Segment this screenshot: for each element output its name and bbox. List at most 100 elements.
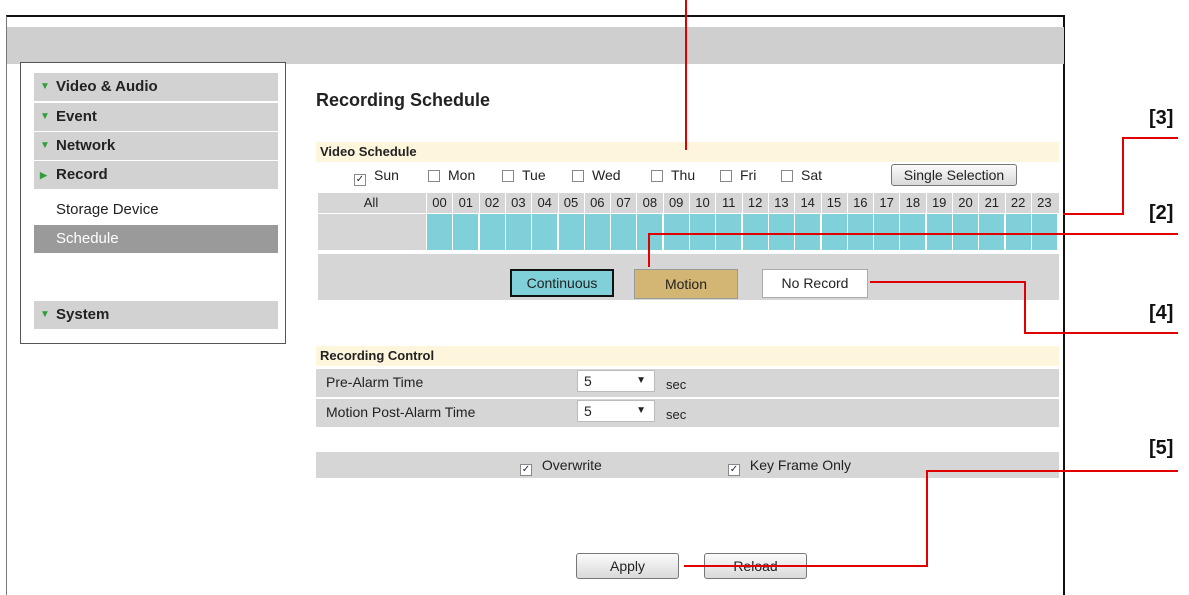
page-title: Recording Schedule	[316, 90, 491, 110]
key-frame-option[interactable]: ✓ Key Frame Only	[728, 457, 851, 476]
hour-header-cell[interactable]: 02	[478, 193, 505, 213]
hour-header-cell[interactable]: 14	[794, 193, 820, 213]
schedule-slot[interactable]	[741, 214, 768, 250]
options-row	[316, 452, 1059, 478]
hour-header-cell[interactable]: 20	[952, 193, 978, 213]
schedule-slot[interactable]	[978, 214, 1005, 250]
hour-header-cell[interactable]: 22	[1004, 193, 1031, 213]
schedule-slot[interactable]	[925, 214, 952, 250]
day-label-cell	[318, 214, 426, 250]
no-record-mode-button[interactable]: No Record	[762, 269, 868, 298]
pre-alarm-select[interactable]: 5 ▼	[577, 370, 655, 392]
hour-header-cell[interactable]: 19	[925, 193, 952, 213]
hour-header-cell[interactable]: 16	[846, 193, 873, 213]
hour-header-cell[interactable]: 01	[452, 193, 478, 213]
motion-mode-button[interactable]: Motion	[634, 269, 738, 299]
schedule-slot[interactable]	[820, 214, 847, 250]
hour-header-cell[interactable]: 13	[767, 193, 794, 213]
day-label: Mon	[448, 167, 476, 183]
schedule-slot[interactable]	[557, 214, 584, 250]
day-checkbox-sun[interactable]: ✓ Sun	[354, 165, 399, 186]
hour-header-cell[interactable]: 17	[873, 193, 899, 213]
schedule-slot[interactable]	[767, 214, 794, 250]
day-label: Tue	[522, 167, 546, 183]
hour-header-cell[interactable]: 12	[741, 193, 768, 213]
schedule-slot[interactable]	[583, 214, 610, 250]
day-checkbox-mon[interactable]: Mon	[428, 165, 475, 185]
schedule-slot[interactable]	[952, 214, 978, 250]
callout-line	[685, 0, 687, 150]
continuous-mode-button[interactable]: Continuous	[510, 269, 614, 297]
overwrite-checkbox[interactable]: ✓	[520, 464, 532, 476]
checkbox[interactable]	[781, 170, 793, 182]
day-checkbox-wed[interactable]: Wed	[572, 165, 621, 185]
all-hours-button[interactable]: All	[318, 193, 424, 213]
hour-header-cell[interactable]: 21	[978, 193, 1004, 213]
key-frame-label: Key Frame Only	[749, 457, 852, 473]
sidebar-item-schedule[interactable]: Schedule	[34, 225, 278, 253]
checkbox[interactable]	[502, 170, 514, 182]
hour-header-cell[interactable]: 15	[820, 193, 847, 213]
schedule-slot[interactable]	[610, 214, 637, 250]
hour-header-cell[interactable]: 07	[610, 193, 636, 213]
hour-header-cell[interactable]: 11	[715, 193, 741, 213]
schedule-slot[interactable]	[452, 214, 479, 250]
sidebar-item-storage-device[interactable]: Storage Device	[34, 196, 278, 224]
chevron-down-icon: ▼	[40, 309, 50, 320]
checkbox[interactable]	[651, 170, 663, 182]
schedule-slot[interactable]	[689, 214, 715, 250]
sidebar-item-record[interactable]: ▶ Record	[34, 161, 278, 189]
post-alarm-value: 5	[584, 403, 592, 419]
hour-header-cell[interactable]: 18	[899, 193, 925, 213]
hour-header-cell[interactable]: 10	[689, 193, 715, 213]
schedule-slot[interactable]	[531, 214, 558, 250]
sidebar-item-network[interactable]: ▼ Network	[34, 132, 278, 160]
post-alarm-select[interactable]: 5 ▼	[577, 400, 655, 422]
hour-header-cell[interactable]: 04	[531, 193, 557, 213]
overwrite-label: Overwrite	[541, 457, 602, 473]
checkbox[interactable]	[720, 170, 732, 182]
annotation-5: [5]	[1149, 437, 1174, 459]
single-selection-button[interactable]: Single Selection	[891, 164, 1017, 186]
callout-line	[870, 281, 1026, 283]
day-checkbox-fri[interactable]: Fri	[720, 165, 756, 185]
hour-header-cell[interactable]: 06	[583, 193, 610, 213]
overwrite-option[interactable]: ✓ Overwrite	[520, 457, 602, 476]
schedule-slot[interactable]	[1004, 214, 1031, 250]
chevron-right-icon: ▶	[40, 170, 47, 180]
checkbox[interactable]: ✓	[354, 174, 366, 186]
schedule-slot[interactable]	[794, 214, 821, 250]
hour-header-cell[interactable]: 08	[636, 193, 662, 213]
day-label: Sat	[801, 167, 823, 183]
schedule-slot[interactable]	[873, 214, 900, 250]
schedule-slot[interactable]	[478, 214, 505, 250]
checkbox[interactable]	[572, 170, 584, 182]
callout-line	[684, 565, 928, 567]
schedule-slot[interactable]	[662, 214, 689, 250]
schedule-slot[interactable]	[715, 214, 742, 250]
post-alarm-row: Motion Post-Alarm Time	[316, 399, 1059, 427]
schedule-slot[interactable]	[426, 214, 452, 250]
day-checkbox-tue[interactable]: Tue	[502, 165, 546, 185]
hour-header-cell[interactable]: 23	[1030, 193, 1057, 213]
callout-line	[1122, 137, 1124, 215]
sidebar-item-event[interactable]: ▼ Event	[34, 103, 278, 131]
hour-header-cell[interactable]: 03	[504, 193, 531, 213]
sidebar-item-label: Video & Audio	[56, 78, 158, 95]
schedule-slot[interactable]	[504, 214, 531, 250]
sidebar-item-system[interactable]: ▼ System	[34, 301, 278, 329]
sidebar-item-video-audio[interactable]: ▼ Video & Audio	[34, 73, 278, 101]
day-checkbox-sat[interactable]: Sat	[781, 165, 822, 185]
key-frame-checkbox[interactable]: ✓	[728, 464, 740, 476]
hour-header-cell[interactable]: 09	[662, 193, 689, 213]
hour-header-cell[interactable]: 00	[426, 193, 452, 213]
schedule-slot[interactable]	[1030, 214, 1057, 250]
checkbox[interactable]	[428, 170, 440, 182]
schedule-slot[interactable]	[899, 214, 926, 250]
hour-header: All 00 01 02 03 04 05 06 07 08 09 10 11 12 13 14 15 16 17…	[318, 193, 1059, 213]
apply-button[interactable]: Apply	[576, 553, 679, 579]
schedule-slot[interactable]	[846, 214, 873, 250]
day-checkbox-thu[interactable]: Thu	[651, 165, 695, 185]
annotation-3: [3]	[1149, 107, 1174, 129]
hour-header-cell[interactable]: 05	[557, 193, 584, 213]
